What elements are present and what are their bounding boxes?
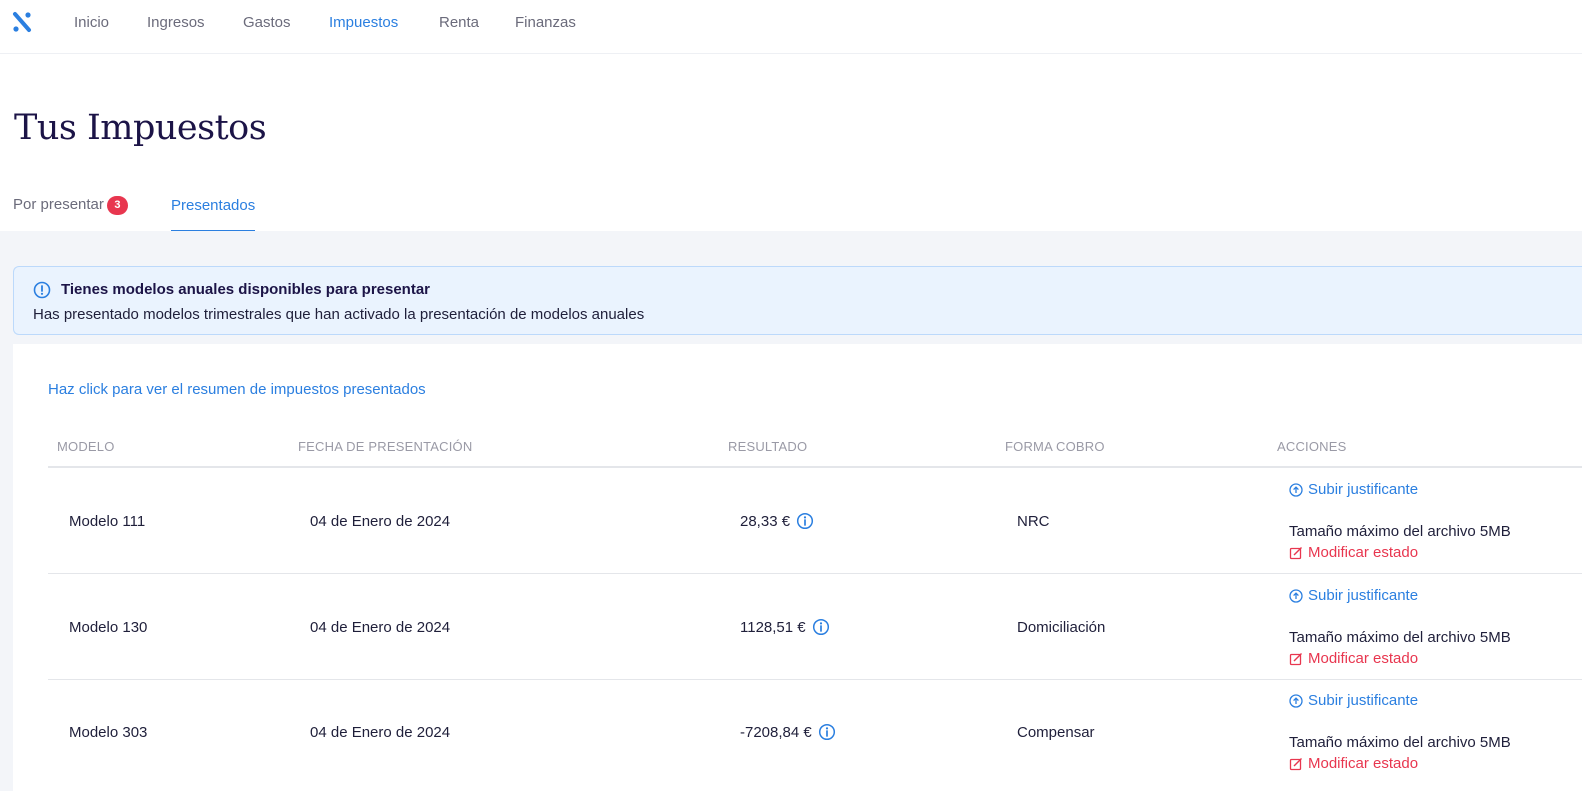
max-size-note: Tamaño máximo del archivo 5MB (1289, 523, 1511, 540)
nav-item-finanzas[interactable]: Finanzas (515, 14, 576, 31)
upload-icon (1289, 588, 1303, 603)
resultado-value: 28,33 € (740, 512, 791, 530)
tab-por-presentar-label: Por presentar (13, 196, 104, 213)
max-size-note: Tamaño máximo del archivo 5MB (1289, 629, 1511, 646)
header-acciones: ACCIONES (1277, 439, 1347, 454)
modify-label: Modificar estado (1308, 650, 1419, 667)
nav-item-gastos[interactable]: Gastos (243, 14, 291, 31)
pending-count-badge: 3 (106, 196, 128, 215)
upload-label: Subir justificante (1308, 587, 1419, 604)
edit-icon (1289, 757, 1302, 770)
cell-fecha: 04 de Enero de 2024 (310, 724, 451, 741)
upload-receipt-button[interactable]: Subir justificante (1289, 481, 1418, 498)
cell-forma-cobro: NRC (1017, 513, 1050, 530)
cell-resultado: -7208,84 € (740, 723, 836, 741)
info-icon[interactable] (812, 618, 830, 636)
cell-modelo: Modelo 111 (69, 513, 146, 530)
edit-icon (1289, 652, 1302, 665)
app-logo-icon[interactable] (12, 11, 32, 33)
resultado-value: -7208,84 € (740, 723, 812, 741)
upload-label: Subir justificante (1308, 481, 1419, 498)
upload-icon (1289, 482, 1303, 497)
cell-resultado: 1128,51 € (740, 618, 830, 636)
modify-label: Modificar estado (1308, 544, 1419, 561)
cell-fecha: 04 de Enero de 2024 (310, 619, 451, 636)
table-header: MODELO FECHA DE PRESENTACIÓN RESULTADO F… (48, 430, 1582, 468)
table-row: Modelo 111 04 de Enero de 2024 28,33 € N… (48, 468, 1582, 574)
table-row: Modelo 303 04 de Enero de 2024 -7208,84 … (48, 679, 1582, 785)
max-size-note: Tamaño máximo del archivo 5MB (1289, 734, 1511, 751)
cell-forma-cobro: Compensar (1017, 724, 1095, 741)
cell-modelo: Modelo 303 (69, 724, 148, 741)
upload-label: Subir justificante (1308, 692, 1419, 709)
header-modelo: MODELO (57, 439, 115, 454)
tab-presentados[interactable]: Presentados (171, 196, 256, 232)
nav-item-inicio[interactable]: Inicio (74, 14, 109, 31)
summary-link[interactable]: Haz click para ver el resumen de impuest… (48, 381, 426, 398)
nav-item-impuestos[interactable]: Impuestos (329, 14, 398, 31)
presented-taxes-card: Haz click para ver el resumen de impuest… (13, 344, 1582, 791)
modify-status-button[interactable]: Modificar estado (1289, 650, 1418, 667)
header-fecha: FECHA DE PRESENTACIÓN (298, 439, 473, 454)
modify-status-button[interactable]: Modificar estado (1289, 544, 1418, 561)
alert-title: Tienes modelos anuales disponibles para … (61, 281, 431, 298)
modify-status-button[interactable]: Modificar estado (1289, 755, 1418, 772)
cell-fecha: 04 de Enero de 2024 (310, 513, 451, 530)
edit-icon (1289, 546, 1302, 559)
info-icon[interactable] (796, 512, 814, 530)
info-icon[interactable] (818, 723, 836, 741)
cell-forma-cobro: Domiciliación (1017, 619, 1106, 636)
table-row: Modelo 130 04 de Enero de 2024 1128,51 €… (48, 574, 1582, 680)
cell-resultado: 28,33 € (740, 512, 814, 530)
modify-label: Modificar estado (1308, 755, 1419, 772)
upload-receipt-button[interactable]: Subir justificante (1289, 692, 1418, 709)
info-alert-icon (33, 281, 51, 299)
cell-modelo: Modelo 130 (69, 619, 148, 636)
header-resultado: RESULTADO (728, 439, 808, 454)
annual-models-alert: Tienes modelos anuales disponibles para … (13, 266, 1582, 335)
alert-text: Has presentado modelos trimestrales que … (33, 306, 645, 323)
tab-por-presentar[interactable]: Por presentar 3 (13, 196, 128, 215)
top-navigation: Inicio Ingresos Gastos Impuestos Renta F… (0, 0, 1582, 54)
nav-item-ingresos[interactable]: Ingresos (147, 14, 205, 31)
upload-icon (1289, 693, 1303, 708)
upload-receipt-button[interactable]: Subir justificante (1289, 587, 1418, 604)
page-title: Tus Impuestos (14, 108, 267, 148)
resultado-value: 1128,51 € (740, 618, 806, 636)
header-forma-cobro: FORMA COBRO (1005, 439, 1105, 454)
nav-item-renta[interactable]: Renta (439, 14, 479, 31)
